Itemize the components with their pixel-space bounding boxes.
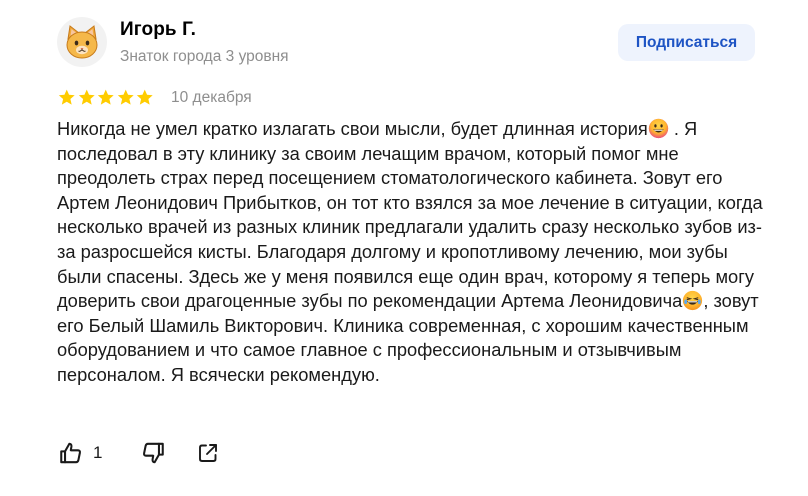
subscribe-button[interactable]: Подписаться bbox=[618, 24, 755, 61]
thumb-down-icon bbox=[143, 442, 164, 464]
star-icon bbox=[58, 89, 75, 105]
review-date: 10 декабря bbox=[171, 89, 252, 106]
review-text: Никогда не умел кратко излагать свои мыс… bbox=[57, 117, 767, 388]
share-icon bbox=[199, 444, 217, 462]
review-actions: 1 bbox=[57, 438, 222, 468]
star-icon bbox=[117, 89, 134, 105]
cat-avatar-icon bbox=[66, 25, 98, 59]
author-name[interactable]: Игорь Г. bbox=[120, 19, 196, 41]
star-icon bbox=[78, 89, 95, 105]
avatar[interactable] bbox=[57, 17, 107, 67]
star-icon bbox=[136, 89, 153, 105]
author-level: Знаток города 3 уровня bbox=[120, 48, 289, 65]
rating-stars bbox=[57, 88, 155, 107]
like-count: 1 bbox=[93, 443, 103, 462]
review-text-segment: . Я последовал в эту клинику за своим ле… bbox=[57, 118, 763, 312]
grinning-face-icon bbox=[648, 118, 669, 139]
laughing-face-icon bbox=[682, 290, 703, 311]
dislike-button[interactable] bbox=[139, 438, 167, 468]
review-card: Игорь Г. Знаток города 3 уровня Подписат… bbox=[0, 0, 808, 496]
share-button[interactable] bbox=[194, 438, 222, 468]
like-button[interactable] bbox=[57, 438, 85, 468]
star-icon bbox=[97, 89, 114, 105]
review-text-segment: Никогда не умел кратко излагать свои мыс… bbox=[57, 118, 648, 139]
thumb-up-icon bbox=[60, 442, 81, 464]
